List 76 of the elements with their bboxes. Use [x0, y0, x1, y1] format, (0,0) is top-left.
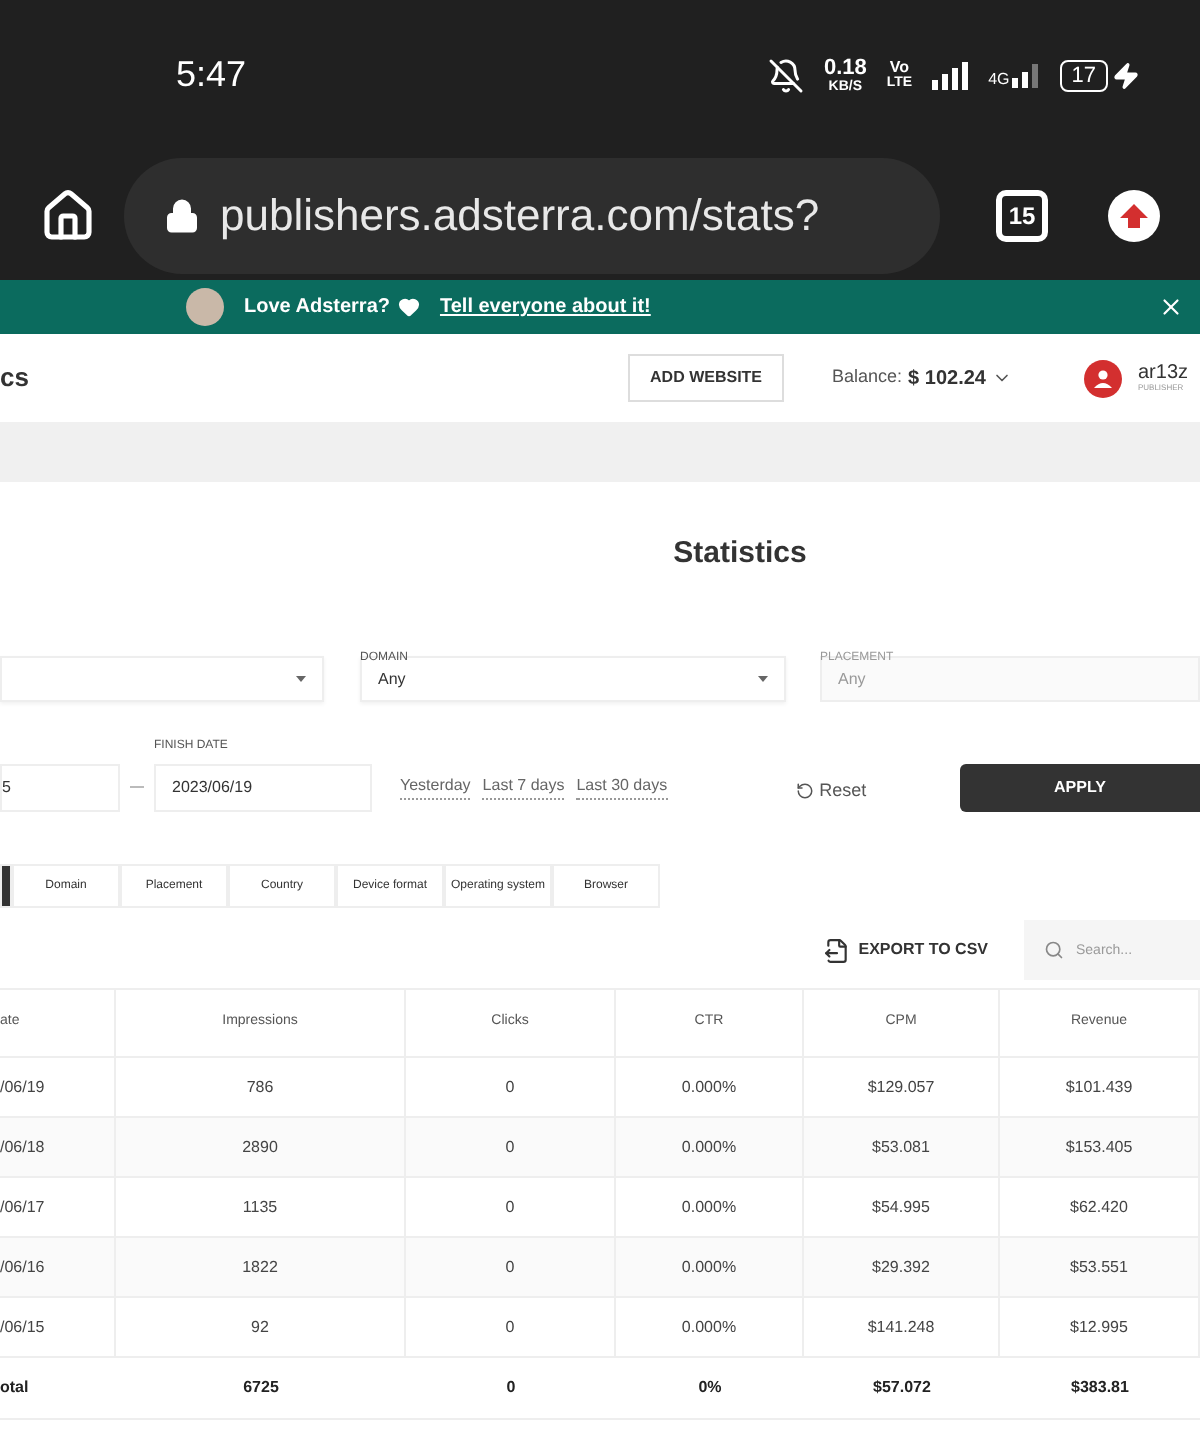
- group-tab[interactable]: [0, 864, 12, 908]
- date-preset-link[interactable]: Last 30 days: [576, 774, 668, 800]
- reset-icon: [795, 781, 814, 800]
- table-cell: 0: [406, 1178, 616, 1236]
- table-cell: /06/15: [0, 1298, 116, 1356]
- caret-icon: [296, 676, 306, 682]
- table-cell: 0.000%: [616, 1178, 804, 1236]
- table-cell: $53.551: [1000, 1238, 1200, 1296]
- table-cell: 92: [116, 1298, 406, 1356]
- table-cell: $29.392: [804, 1238, 1000, 1296]
- table-cell: 0: [406, 1118, 616, 1176]
- table-cell: 0: [406, 1298, 616, 1356]
- close-icon[interactable]: [1158, 294, 1184, 320]
- header-title: cs: [0, 360, 29, 397]
- avatar-icon: [186, 288, 224, 326]
- user-avatar-icon[interactable]: [1083, 359, 1122, 397]
- select-field[interactable]: [0, 656, 324, 702]
- table-cell: 0: [406, 1238, 616, 1296]
- page-title: Statistics: [671, 538, 809, 568]
- total-cell-text: $383.81: [1069, 1376, 1131, 1400]
- date-preset-link[interactable]: Yesterday: [400, 774, 471, 800]
- date-preset-link[interactable]: Last 7 days: [482, 774, 565, 800]
- total-cell-text: $57.072: [871, 1376, 933, 1400]
- file-export-icon: [824, 937, 851, 963]
- finish-date-field[interactable]: 2023/06/19: [154, 764, 372, 812]
- table-cell: /06/19: [0, 1058, 116, 1116]
- url-text: publishers.adsterra.com/stats?: [220, 188, 820, 244]
- table-cell: 1822: [116, 1238, 406, 1296]
- table-cell: $62.420: [1000, 1178, 1200, 1236]
- table-cell: 2890: [116, 1118, 406, 1176]
- balance-label: Balance:: [832, 364, 903, 391]
- heart-icon: [397, 296, 420, 318]
- banner-text: Love Adsterra?: [244, 294, 390, 322]
- total-cell-text: 0%: [696, 1376, 724, 1400]
- banner-link[interactable]: Tell everyone about it!: [439, 292, 651, 322]
- table-cell: 0.000%: [616, 1238, 804, 1296]
- upload-icon[interactable]: [1108, 189, 1160, 241]
- table-cell: /06/18: [0, 1118, 116, 1176]
- table-cell: $53.081: [804, 1118, 1000, 1176]
- caret-icon: [758, 676, 768, 682]
- export-csv-button[interactable]: EXPORT TO CSV: [824, 937, 988, 963]
- table-cell: /06/17: [0, 1178, 116, 1236]
- charging-icon: [1112, 61, 1140, 89]
- table-cell: $141.248: [804, 1298, 1000, 1356]
- total-cell-text: otal: [0, 1376, 31, 1400]
- apply-button[interactable]: APPLY: [960, 764, 1200, 812]
- table-cell: $54.995: [804, 1178, 1000, 1236]
- table-cell: 0.000%: [616, 1058, 804, 1116]
- signal-icon: [932, 61, 969, 89]
- table-cell: $153.405: [1000, 1118, 1200, 1176]
- table-cell: 0.000%: [616, 1118, 804, 1176]
- search-icon: [1044, 940, 1064, 960]
- clock-time: 5:47: [176, 52, 247, 98]
- table-cell: 786: [116, 1058, 406, 1116]
- address-bar[interactable]: publishers.adsterra.com/stats?: [124, 157, 940, 273]
- table-cell: $12.995: [1000, 1298, 1200, 1356]
- battery-level: 17: [1059, 59, 1108, 91]
- total-cell-text: 0: [504, 1376, 518, 1400]
- table-cell: $129.057: [804, 1058, 1000, 1116]
- network-type: 4G: [988, 71, 1010, 87]
- balance-value: $ 102.24: [908, 365, 986, 393]
- home-icon[interactable]: [40, 187, 96, 243]
- table-cell: 1135: [116, 1178, 406, 1236]
- total-cell-text: 6725: [241, 1376, 281, 1400]
- table-cell: 0: [406, 1058, 616, 1116]
- add-website-button[interactable]: ADD WEBSITE: [628, 354, 785, 402]
- signal-icon: [1011, 63, 1040, 87]
- reset-button[interactable]: Reset: [795, 777, 867, 804]
- table-cell: 0.000%: [616, 1298, 804, 1356]
- start-date-field[interactable]: 5: [0, 764, 120, 812]
- lock-icon: [164, 197, 200, 233]
- muted-bell-icon: [767, 57, 804, 93]
- table-cell: /06/16: [0, 1238, 116, 1296]
- user-name: ar13z: [1137, 364, 1188, 384]
- table-cell: $101.439: [1000, 1058, 1200, 1116]
- tab-count[interactable]: 15: [996, 189, 1048, 241]
